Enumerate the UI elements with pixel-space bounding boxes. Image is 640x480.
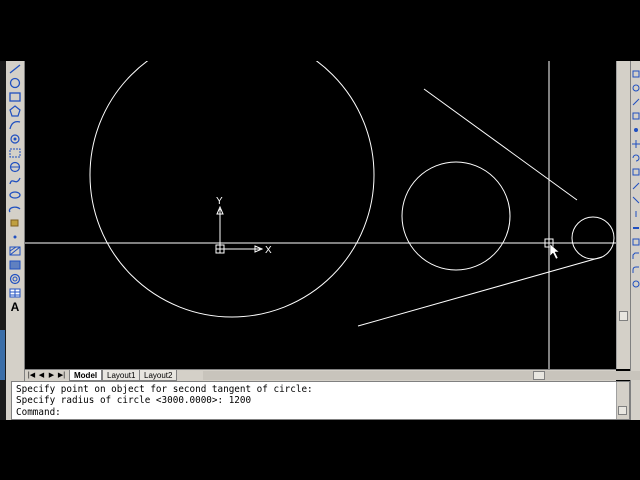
circle-icon[interactable]	[8, 77, 22, 89]
ellipse-arc-icon[interactable]	[8, 175, 22, 187]
medium-circle[interactable]	[401, 161, 511, 271]
insert-block-icon[interactable]	[8, 189, 22, 201]
line-icon[interactable]	[8, 63, 22, 75]
arc-icon[interactable]	[8, 119, 22, 131]
erase-icon[interactable]	[632, 65, 640, 78]
ucs-x-label: X	[265, 245, 272, 256]
fillet-icon[interactable]	[632, 261, 640, 273]
point-icon[interactable]	[8, 217, 22, 229]
horizontal-scrollbar[interactable]	[203, 371, 640, 380]
model-space-canvas[interactable]: Y X	[25, 32, 616, 369]
previous-tab-icon[interactable]: ◀	[37, 371, 46, 380]
stretch-icon[interactable]	[632, 177, 640, 190]
drawing-svg[interactable]: Y X	[25, 32, 616, 369]
ucs-icon	[215, 205, 264, 254]
last-tab-icon[interactable]: ▶|	[57, 371, 66, 380]
command-scroll-thumb[interactable]	[618, 406, 627, 415]
command-window[interactable]: Specify point on object for second tange…	[11, 381, 630, 420]
command-history-line: Specify point on object for second tange…	[16, 384, 313, 395]
table-icon[interactable]	[8, 273, 22, 285]
move-icon[interactable]	[632, 135, 640, 148]
table-icon[interactable]	[8, 287, 22, 299]
copy-icon[interactable]	[632, 79, 640, 92]
hatch-icon[interactable]	[8, 231, 22, 243]
upper-line[interactable]	[423, 88, 578, 201]
large-circle[interactable]	[89, 32, 375, 318]
small-circle[interactable]	[571, 216, 615, 260]
scale-icon[interactable]	[632, 163, 640, 176]
region-icon[interactable]	[8, 259, 22, 271]
array-icon[interactable]	[632, 121, 640, 132]
break-icon[interactable]	[632, 219, 640, 229]
chamfer-icon[interactable]	[632, 247, 640, 259]
draw-toolbar: A	[6, 61, 25, 381]
command-window-scrollbar[interactable]	[616, 382, 629, 419]
command-history-line: Specify radius of circle <3000.0000>: 12…	[16, 395, 252, 406]
rotate-icon[interactable]	[632, 149, 640, 162]
join-icon[interactable]	[632, 233, 640, 246]
ellipse-icon[interactable]	[8, 161, 22, 173]
taskbar-edge	[0, 330, 5, 380]
rectangle-icon[interactable]	[8, 91, 22, 103]
vertical-scrollbar[interactable]	[616, 61, 631, 369]
polygon-icon[interactable]	[8, 105, 22, 117]
lower-tangent-line[interactable]	[357, 256, 603, 327]
revision-cloud-icon[interactable]	[8, 133, 22, 145]
offset-icon[interactable]	[632, 107, 640, 120]
trim-icon[interactable]	[632, 191, 640, 204]
gradient-icon[interactable]	[8, 245, 22, 257]
tab-model[interactable]: Model	[69, 370, 103, 381]
extend-icon[interactable]	[632, 205, 640, 217]
spline-icon[interactable]	[8, 147, 22, 159]
modify-toolbar	[630, 61, 640, 420]
bottom-black-bar	[0, 420, 640, 480]
explode-icon[interactable]	[632, 275, 640, 288]
command-prompt[interactable]: Command:	[16, 407, 61, 418]
cursor-arrow-icon	[549, 243, 560, 260]
horizontal-scroll-thumb[interactable]	[533, 371, 545, 380]
ucs-y-label: Y	[216, 196, 223, 207]
mirror-icon[interactable]	[632, 93, 640, 106]
tab-layout1[interactable]: Layout1	[102, 370, 141, 381]
first-tab-icon[interactable]: |◀	[27, 371, 36, 380]
next-tab-icon[interactable]: ▶	[47, 371, 56, 380]
multiline-text-icon[interactable]: A	[8, 301, 22, 313]
tab-layout2[interactable]: Layout2	[139, 370, 178, 381]
vertical-scroll-thumb[interactable]	[619, 311, 628, 321]
top-black-bar	[0, 0, 640, 61]
make-block-icon[interactable]	[8, 203, 22, 215]
